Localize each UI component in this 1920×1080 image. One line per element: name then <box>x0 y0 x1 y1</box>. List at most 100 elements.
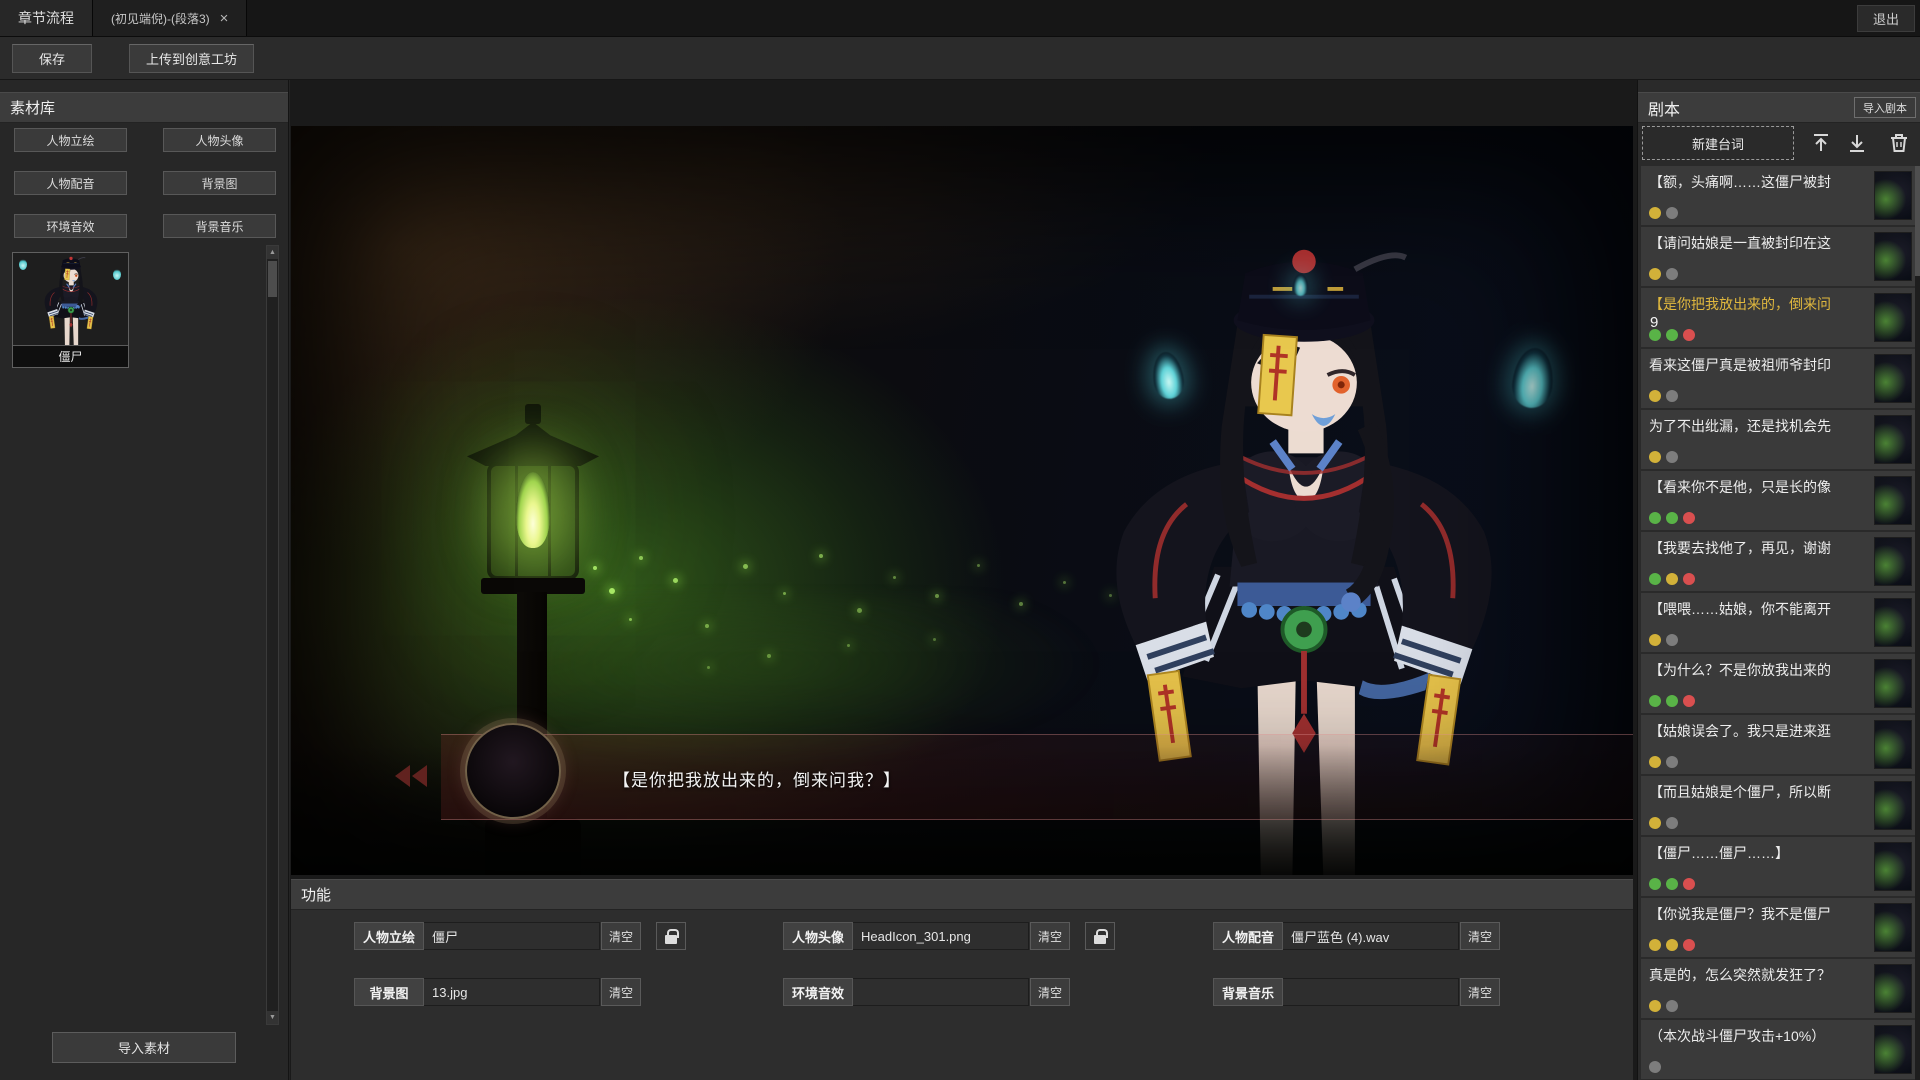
portrait-field-value[interactable]: 僵尸 <box>424 922 600 950</box>
script-line-text: 【额，头痛啊……这僵尸被封 <box>1649 172 1865 192</box>
lantern-base <box>481 578 585 594</box>
script-line[interactable]: 【是你把我放出来的，倒来问9 <box>1641 288 1917 347</box>
headicon-clear-button[interactable]: 清空 <box>1030 922 1070 950</box>
portrait-clear-button[interactable]: 清空 <box>601 922 641 950</box>
status-dot-yellow <box>1649 207 1661 219</box>
tab-close-icon[interactable]: × <box>220 10 229 27</box>
script-line-text: 【姑娘误会了。我只是进来逛 <box>1649 721 1865 741</box>
lantern-flame <box>516 472 550 548</box>
tab-chapter-flow-label: 章节流程 <box>18 8 74 28</box>
script-scrollbar[interactable] <box>1915 166 1920 1080</box>
field-background-image: 背景图 13.jpg 清空 <box>354 978 641 1006</box>
background-clear-button[interactable]: 清空 <box>601 978 641 1006</box>
script-line[interactable]: 【为什么？不是你放我出来的 <box>1641 654 1917 713</box>
script-line-text: 真是的，怎么突然就发狂了？ <box>1649 965 1865 985</box>
scroll-thumb[interactable] <box>268 261 277 297</box>
status-dot-yellow <box>1649 939 1661 951</box>
script-panel-header: 剧本 导入剧本 <box>1638 92 1920 123</box>
tab-paragraph[interactable]: (初见端倪)-(段落3) × <box>93 0 247 36</box>
headicon-lock-button[interactable] <box>1085 922 1115 950</box>
scroll-down-icon[interactable]: ▼ <box>267 1011 278 1024</box>
script-line[interactable]: 【姑娘误会了。我只是进来逛 <box>1641 715 1917 774</box>
asset-btn-portrait[interactable]: 人物立绘 <box>14 128 127 152</box>
arrow-down-to-line-icon <box>1845 131 1869 155</box>
ambient-clear-button[interactable]: 清空 <box>1030 978 1070 1006</box>
dialogue-avatar <box>465 723 561 819</box>
status-dot-red <box>1683 573 1695 585</box>
music-field-value[interactable] <box>1283 978 1459 1006</box>
script-line-text: 【我要去找他了，再见，谢谢 <box>1649 538 1865 558</box>
wisp-flame-icon <box>1293 274 1308 296</box>
status-dot-gray <box>1666 634 1678 646</box>
move-top-button[interactable] <box>1808 130 1834 156</box>
save-button[interactable]: 保存 <box>12 44 92 73</box>
script-line-text: 【喂喂……姑娘，你不能离开 <box>1649 599 1865 619</box>
import-assets-button[interactable]: 导入素材 <box>52 1032 236 1063</box>
status-dot-green <box>1666 329 1678 341</box>
scroll-up-icon[interactable]: ▲ <box>267 246 278 259</box>
voice-field-value[interactable]: 僵尸蓝色 (4).wav <box>1283 922 1459 950</box>
exit-button[interactable]: 退出 <box>1857 5 1915 32</box>
move-bottom-button[interactable] <box>1844 130 1870 156</box>
script-line[interactable]: 【看来你不是他，只是长的像 <box>1641 471 1917 530</box>
assets-scrollbar[interactable]: ▲ ▼ <box>266 245 279 1025</box>
script-line[interactable]: 【请问姑娘是一直被封印在这 <box>1641 227 1917 286</box>
background-field-value[interactable]: 13.jpg <box>424 978 600 1006</box>
upload-workshop-button[interactable]: 上传到创意工坊 <box>129 44 254 73</box>
script-line[interactable]: 【僵尸……僵尸……】 <box>1641 837 1917 896</box>
status-dot-gray <box>1666 756 1678 768</box>
asset-card-jiangshi[interactable]: 僵尸 <box>12 252 129 368</box>
asset-thumb-label: 僵尸 <box>13 345 128 367</box>
functions-panel: 功能 人物立绘 僵尸 清空 人物头像 HeadIcon_301.png 清空 人… <box>291 879 1633 1080</box>
script-line[interactable]: 为了不出纰漏，还是找机会先 <box>1641 410 1917 469</box>
asset-btn-ambient[interactable]: 环境音效 <box>14 214 127 238</box>
script-line-thumbnail <box>1874 1025 1912 1074</box>
scroll-thumb[interactable] <box>1915 166 1920 276</box>
portrait-lock-button[interactable] <box>656 922 686 950</box>
status-dot-yellow <box>1649 1000 1661 1012</box>
script-line-thumbnail <box>1874 293 1912 342</box>
script-line[interactable]: 【喂喂……姑娘，你不能离开 <box>1641 593 1917 652</box>
asset-btn-headicon[interactable]: 人物头像 <box>163 128 276 152</box>
asset-btn-voice[interactable]: 人物配音 <box>14 171 127 195</box>
voice-clear-button[interactable]: 清空 <box>1460 922 1500 950</box>
status-dot-red <box>1683 939 1695 951</box>
lantern-pedestal <box>485 818 581 875</box>
status-dot-gray <box>1666 817 1678 829</box>
status-dot-yellow <box>1649 817 1661 829</box>
script-line[interactable]: 【你说我是僵尸？我不是僵尸 <box>1641 898 1917 957</box>
script-toolbar: 新建台词 <box>1638 123 1920 163</box>
script-line-thumbnail <box>1874 537 1912 586</box>
tab-chapter-flow[interactable]: 章节流程 <box>0 0 93 36</box>
headicon-field-value[interactable]: HeadIcon_301.png <box>853 922 1029 950</box>
status-dot-green <box>1666 695 1678 707</box>
script-line[interactable]: 看来这僵尸真是被祖师爷封印 <box>1641 349 1917 408</box>
status-dots <box>1649 207 1678 219</box>
script-line-text: 看来这僵尸真是被祖师爷封印 <box>1649 355 1865 375</box>
status-dot-yellow <box>1649 268 1661 280</box>
script-line-thumbnail <box>1874 720 1912 769</box>
script-line[interactable]: （本次战斗僵尸攻击+10%） <box>1641 1020 1917 1079</box>
music-clear-button[interactable]: 清空 <box>1460 978 1500 1006</box>
script-line[interactable]: 【而且姑娘是个僵尸，所以断 <box>1641 776 1917 835</box>
script-line[interactable]: 【额，头痛啊……这僵尸被封 <box>1641 166 1917 225</box>
status-dot-red <box>1683 695 1695 707</box>
script-line[interactable]: 【我要去找他了，再见，谢谢 <box>1641 532 1917 591</box>
script-line-text: 【僵尸……僵尸……】 <box>1649 843 1865 863</box>
field-background-music: 背景音乐 清空 <box>1213 978 1500 1006</box>
script-line-thumbnail <box>1874 476 1912 525</box>
import-script-button[interactable]: 导入剧本 <box>1854 97 1916 118</box>
ambient-field-value[interactable] <box>853 978 1029 1006</box>
asset-thumbnail <box>38 255 104 346</box>
asset-btn-music[interactable]: 背景音乐 <box>163 214 276 238</box>
asset-btn-background[interactable]: 背景图 <box>163 171 276 195</box>
script-line[interactable]: 真是的，怎么突然就发狂了？ <box>1641 959 1917 1018</box>
asset-filter-buttons: 人物立绘 人物头像 人物配音 背景图 环境音效 背景音乐 <box>14 128 288 238</box>
new-line-button[interactable]: 新建台词 <box>1642 126 1794 160</box>
lock-icon <box>665 935 677 944</box>
script-line-text: 【请问姑娘是一直被封印在这 <box>1649 233 1865 253</box>
script-line-thumbnail <box>1874 598 1912 647</box>
delete-line-button[interactable] <box>1886 130 1912 156</box>
status-dots <box>1649 817 1678 829</box>
status-dot-gray <box>1666 451 1678 463</box>
